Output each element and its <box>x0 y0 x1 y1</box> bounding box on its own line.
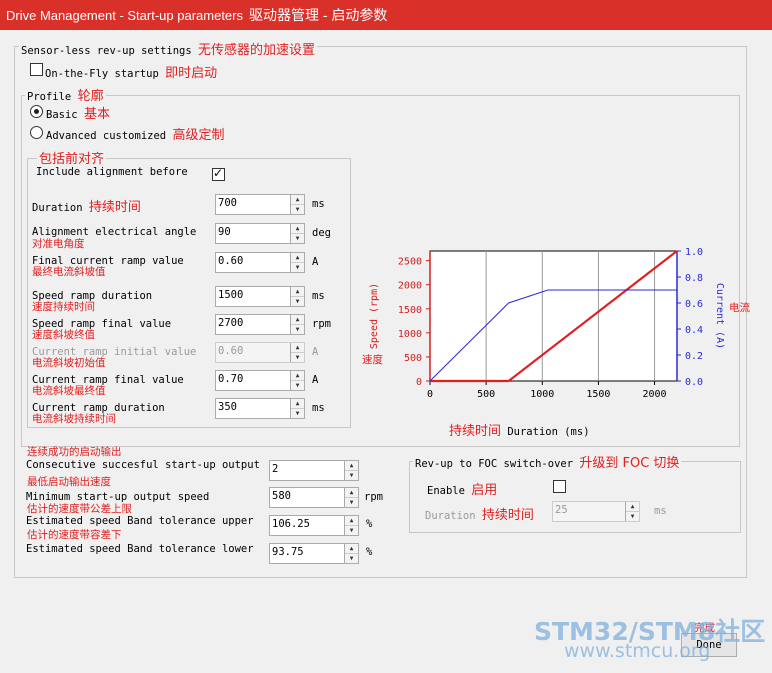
duration-unit: ms <box>312 198 325 210</box>
startup-profile-chart: 0 500 1000 1500 2000 0 500 1000 1500 2000 2500 Spee… <box>369 247 725 400</box>
title-bar: Drive Management - Start-up parameters 驱动… <box>0 0 772 30</box>
y-right-tick-label: 0.6 <box>685 299 703 310</box>
basic-radio[interactable] <box>30 105 43 118</box>
foc-duration-unit: ms <box>654 505 667 517</box>
speed-ramp-final-label-zh: 速度斜坡终值 <box>32 329 95 341</box>
y-left-tick-label: 1500 <box>398 305 422 316</box>
tolerance-upper-label: Estimated speed Band tolerance upper <box>26 515 254 527</box>
current-ramp-duration-input[interactable]: 350 ▲ ▼ <box>215 398 305 419</box>
alignment-angle-unit: deg <box>312 227 331 239</box>
y-left-tick-label: 0 <box>416 377 422 388</box>
y-right-tick-label: 0.2 <box>685 351 703 362</box>
alignment-angle-input[interactable]: 90 ▲ ▼ <box>215 223 305 244</box>
current-ramp-initial-label-zh: 电流斜坡初始值 <box>32 357 106 369</box>
y-left-tick-label: 2000 <box>398 281 422 292</box>
final-current-input[interactable]: 0.60 ▲ ▼ <box>215 252 305 273</box>
alignment-group-label-zh: 包括前对齐 <box>37 148 107 167</box>
current-ramp-duration-unit: ms <box>312 402 325 414</box>
foc-duration-input: 25 ▲ ▼ <box>552 501 640 522</box>
include-alignment-checkbox[interactable] <box>212 166 225 181</box>
y-left-tick-label: 500 <box>404 353 422 364</box>
y-left-axis-label: Speed (rpm) <box>369 283 380 349</box>
current-ramp-final-label-zh: 电流斜坡最终值 <box>32 385 106 397</box>
chart-xlabel: 持续时间 Duration (ms) <box>449 424 590 439</box>
speed-ramp-final-unit: rpm <box>312 318 331 330</box>
x-tick-label: 1500 <box>586 389 610 400</box>
foc-duration-label: Duration 持续时间 <box>425 508 534 523</box>
speed-ramp-final-input[interactable]: 2700 ▲ ▼ <box>215 314 305 335</box>
consecutive-output-label-zh: 连续成功的启动输出 <box>27 446 122 458</box>
advanced-label: Advanced customized 高级定制 <box>46 128 225 143</box>
include-alignment-label: Include alignment before <box>36 166 188 178</box>
speed-ramp-duration-input[interactable]: 1500 ▲ ▼ <box>215 286 305 307</box>
foc-group-label: Rev-up to FOC switch-over 升级到 FOC 切换 <box>413 452 682 471</box>
x-tick-label: 2000 <box>642 389 666 400</box>
watermark-url: www.stmcu.org <box>564 640 711 662</box>
tolerance-upper-unit: % <box>366 518 373 530</box>
current-ramp-initial-input: 0.60 ▲ ▼ <box>215 342 305 363</box>
duration-input[interactable]: 700 ▲ ▼ <box>215 194 305 215</box>
current-ramp-initial-unit: A <box>312 346 319 358</box>
on-the-fly-checkbox[interactable] <box>30 63 43 76</box>
y-right-tick-label: 0.0 <box>685 377 703 388</box>
consecutive-output-input[interactable]: 2 ▲ ▼ <box>269 460 359 481</box>
speed-ramp-duration-label-zh: 速度持续时间 <box>32 301 95 313</box>
tolerance-lower-input[interactable]: 93.75 ▲ ▼ <box>269 543 359 564</box>
final-current-label-zh: 最终电流斜坡值 <box>32 266 106 278</box>
tolerance-lower-label-zh: 估计的速度带容差下 <box>27 529 122 541</box>
x-tick-label: 0 <box>427 389 433 400</box>
tolerance-upper-input[interactable]: 106.25 ▲ ▼ <box>269 515 359 536</box>
y-left-tick-label: 2500 <box>398 257 422 268</box>
tolerance-lower-unit: % <box>366 546 373 558</box>
on-the-fly-label: On-the-Fly startup 即时启动 <box>45 66 218 81</box>
y-right-tick-label: 0.8 <box>685 273 703 284</box>
foc-enable-checkbox[interactable] <box>553 480 566 493</box>
final-current-unit: A <box>312 256 319 268</box>
profile-group-label: Profile 轮廓 <box>25 85 106 104</box>
current-ramp-duration-label-zh: 电流斜坡持续时间 <box>32 413 116 425</box>
window-title: Drive Management - Start-up parameters <box>6 8 243 23</box>
basic-label: Basic 基本 <box>46 107 110 122</box>
y-right-axis-label: Current (A) <box>714 283 725 349</box>
sensorless-group-label: Sensor-less rev-up settings 无传感器的加速设置 <box>19 39 318 58</box>
tolerance-lower-label: Estimated speed Band tolerance lower <box>26 543 254 555</box>
duration-label: Duration 持续时间 <box>32 200 141 215</box>
x-tick-label: 500 <box>477 389 495 400</box>
speed-ramp-duration-unit: ms <box>312 290 325 302</box>
current-ramp-final-input[interactable]: 0.70 ▲ ▼ <box>215 370 305 391</box>
x-tick-label: 1000 <box>530 389 554 400</box>
min-speed-input[interactable]: 580 ▲ ▼ <box>269 487 359 508</box>
min-speed-label-zh: 最低启动输出速度 <box>27 476 111 488</box>
foc-enable-label: Enable 启用 <box>427 483 498 498</box>
tolerance-upper-label-zh: 估计的速度带公差上限 <box>27 503 132 515</box>
current-ramp-final-unit: A <box>312 374 319 386</box>
speed-axis-label-zh: 速度 <box>362 354 383 366</box>
y-right-tick-label: 1.0 <box>685 247 703 258</box>
y-left-tick-label: 1000 <box>398 329 422 340</box>
min-speed-unit: rpm <box>364 491 383 503</box>
y-right-tick-label: 0.4 <box>685 325 703 336</box>
window-title-zh: 驱动器管理 - 启动参数 <box>248 7 388 23</box>
current-axis-label-zh: 电流 <box>729 302 750 314</box>
plot-area <box>429 250 678 382</box>
consecutive-output-label: Consecutive succesful start-up output <box>26 459 260 471</box>
alignment-angle-label-zh: 对准电角度 <box>32 238 85 250</box>
advanced-radio[interactable] <box>30 126 43 139</box>
